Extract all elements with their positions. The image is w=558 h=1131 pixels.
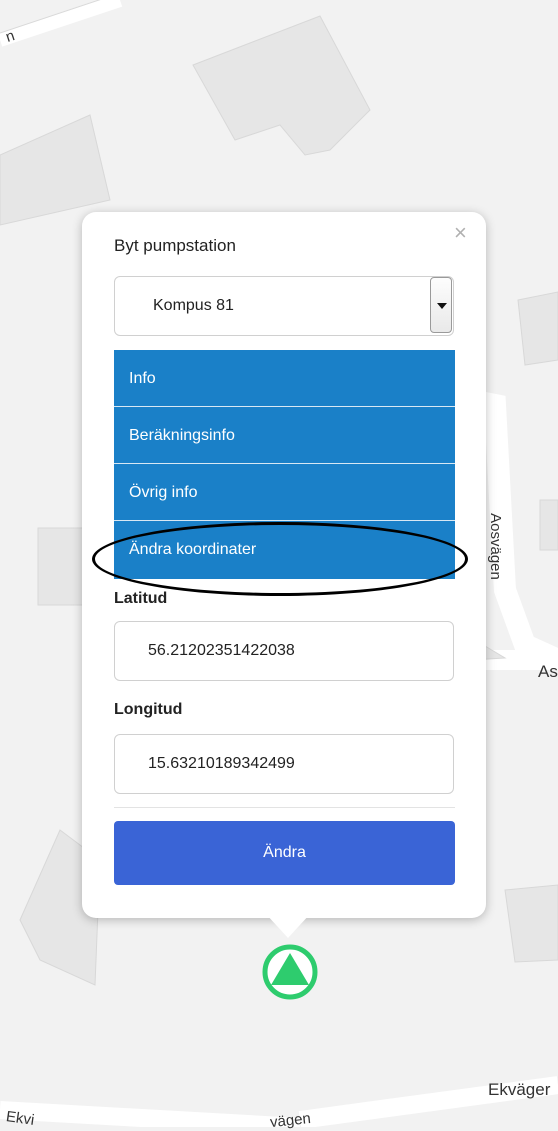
- popup-menu: Info Beräkningsinfo Övrig info Ändra koo…: [114, 350, 455, 579]
- divider: [114, 807, 455, 808]
- pump-station-select-value: Kompus 81: [153, 297, 234, 314]
- menu-item-ovrig-info[interactable]: Övrig info: [114, 464, 455, 521]
- longitude-label: Longitud: [114, 701, 183, 718]
- latitude-input[interactable]: [114, 621, 454, 681]
- road-label-vagen: vägen: [269, 1109, 312, 1131]
- latitude-label: Latitud: [114, 590, 168, 607]
- andra-submit-button[interactable]: Ändra: [114, 821, 455, 885]
- menu-item-andra-koordinater[interactable]: Ändra koordinater: [114, 521, 455, 579]
- pump-station-select[interactable]: Kompus 81: [114, 276, 454, 336]
- menu-item-berakningsinfo[interactable]: Beräkningsinfo: [114, 407, 455, 464]
- popup-tail: [266, 914, 310, 938]
- chevron-down-icon[interactable]: [430, 277, 452, 333]
- popup-title: Byt pumpstation: [114, 236, 236, 255]
- road-label-as: As: [538, 662, 558, 681]
- longitude-input[interactable]: [114, 734, 454, 794]
- road-label-aosvagen: Aosvägen: [486, 513, 504, 580]
- close-icon[interactable]: ×: [454, 220, 467, 246]
- pump-station-marker-icon[interactable]: [262, 944, 318, 1000]
- menu-item-info[interactable]: Info: [114, 350, 455, 407]
- road-label-ekvager: Ekväger: [488, 1080, 551, 1099]
